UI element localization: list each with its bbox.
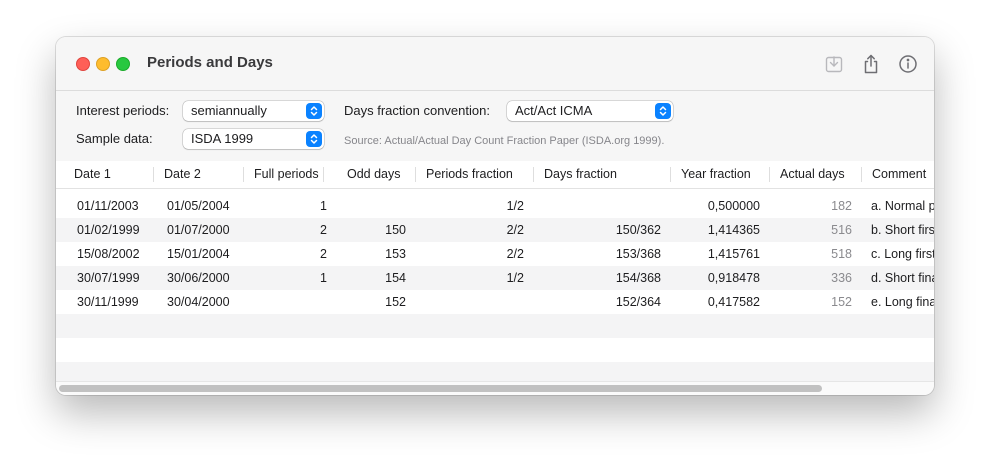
cell-days-fraction: 150/362 (615, 223, 661, 237)
column-separator[interactable] (670, 167, 671, 182)
title-bar: Periods and Days (56, 37, 934, 91)
table-row[interactable]: 01/11/2003 01/05/2004 1 1/2 0,500000 182… (56, 194, 934, 218)
sample-data-value: ISDA 1999 (191, 131, 254, 146)
sample-data-label: Sample data: (76, 131, 153, 146)
cell-actual-days: 516 (831, 223, 852, 237)
cell-comment: a. Normal p (871, 199, 934, 213)
cell-comment: c. Long first (871, 247, 934, 261)
cell-periods-fraction: 1/2 (506, 271, 524, 285)
settings-panel: Interest periods: semiannually Days frac… (56, 91, 934, 161)
interest-periods-popup[interactable]: semiannually (183, 101, 324, 121)
cell-date-1: 30/07/1999 (77, 271, 140, 285)
cell-days-fraction: 153/368 (615, 247, 661, 261)
download-icon[interactable] (823, 53, 845, 75)
column-header-odd-days[interactable]: Odd days (347, 167, 401, 181)
empty-table-row (56, 314, 934, 338)
column-separator[interactable] (415, 167, 416, 182)
table-row[interactable]: 01/02/1999 01/07/2000 2 150 2/2 150/362 … (56, 218, 934, 242)
zoom-window-button[interactable] (116, 57, 130, 71)
cell-date-2: 30/06/2000 (167, 271, 230, 285)
cell-odd-days: 154 (385, 271, 406, 285)
window-title: Periods and Days (147, 54, 273, 71)
cell-odd-days: 152 (385, 295, 406, 309)
column-header-year-fraction[interactable]: Year fraction (681, 167, 751, 181)
cell-full-periods: 2 (320, 247, 327, 261)
cell-date-2: 30/04/2000 (167, 295, 230, 309)
cell-year-fraction: 0,417582 (707, 295, 760, 309)
cell-periods-fraction: 1/2 (506, 199, 524, 213)
days-fraction-popup[interactable]: Act/Act ICMA (507, 101, 673, 121)
sample-data-popup[interactable]: ISDA 1999 (183, 129, 324, 149)
cell-odd-days: 153 (385, 247, 406, 261)
column-separator[interactable] (153, 167, 154, 182)
table-header: Date 1 Date 2 Full periods Odd days Peri… (56, 161, 934, 189)
chevron-updown-icon (306, 131, 322, 147)
empty-table-row (56, 362, 934, 381)
column-header-days-fraction[interactable]: Days fraction (544, 167, 617, 181)
cell-date-2: 01/05/2004 (167, 199, 230, 213)
share-icon[interactable] (860, 53, 882, 75)
column-separator[interactable] (769, 167, 770, 182)
cell-comment: b. Short firs (871, 223, 934, 237)
cell-full-periods: 2 (320, 223, 327, 237)
scrollbar-thumb[interactable] (59, 385, 822, 392)
column-header-full-periods[interactable]: Full periods (254, 167, 319, 181)
table-row[interactable]: 30/11/1999 30/04/2000 152 152/364 0,4175… (56, 290, 934, 314)
cell-year-fraction: 1,414365 (707, 223, 760, 237)
close-window-button[interactable] (76, 57, 90, 71)
empty-table-row (56, 338, 934, 362)
column-separator[interactable] (243, 167, 244, 182)
cell-periods-fraction: 2/2 (506, 247, 524, 261)
chevron-updown-icon (306, 103, 322, 119)
cell-actual-days: 518 (831, 247, 852, 261)
cell-comment: d. Short fina (871, 271, 934, 285)
info-icon[interactable] (897, 53, 919, 75)
cell-year-fraction: 0,918478 (707, 271, 760, 285)
periods-and-days-window: Periods and Days Interest periods: semia… (56, 37, 934, 395)
column-header-comment[interactable]: Comment (872, 167, 926, 181)
results-table: Date 1 Date 2 Full periods Odd days Peri… (56, 161, 934, 381)
chevron-updown-icon (655, 103, 671, 119)
cell-days-fraction: 154/368 (615, 271, 661, 285)
table-row[interactable]: 15/08/2002 15/01/2004 2 153 2/2 153/368 … (56, 242, 934, 266)
interest-periods-label: Interest periods: (76, 103, 170, 118)
column-separator[interactable] (861, 167, 862, 182)
column-header-date-1[interactable]: Date 1 (74, 167, 111, 181)
cell-full-periods: 1 (320, 199, 327, 213)
source-note: Source: Actual/Actual Day Count Fraction… (344, 135, 665, 147)
cell-odd-days: 150 (385, 223, 406, 237)
cell-date-1: 01/02/1999 (77, 223, 140, 237)
column-separator[interactable] (323, 167, 324, 182)
cell-year-fraction: 1,415761 (707, 247, 760, 261)
cell-date-2: 01/07/2000 (167, 223, 230, 237)
days-fraction-value: Act/Act ICMA (515, 103, 593, 118)
days-fraction-label: Days fraction convention: (344, 103, 490, 118)
column-header-date-2[interactable]: Date 2 (164, 167, 201, 181)
horizontal-scrollbar[interactable] (56, 381, 934, 395)
column-separator[interactable] (533, 167, 534, 182)
cell-date-2: 15/01/2004 (167, 247, 230, 261)
minimize-window-button[interactable] (96, 57, 110, 71)
cell-date-1: 30/11/1999 (77, 295, 139, 309)
cell-actual-days: 182 (831, 199, 852, 213)
cell-actual-days: 336 (831, 271, 852, 285)
table-row[interactable]: 30/07/1999 30/06/2000 1 154 1/2 154/368 … (56, 266, 934, 290)
cell-date-1: 01/11/2003 (77, 199, 139, 213)
interest-periods-value: semiannually (191, 103, 267, 118)
column-header-actual-days[interactable]: Actual days (780, 167, 845, 181)
cell-days-fraction: 152/364 (615, 295, 661, 309)
cell-full-periods: 1 (320, 271, 327, 285)
cell-actual-days: 152 (831, 295, 852, 309)
cell-year-fraction: 0,500000 (707, 199, 760, 213)
cell-comment: e. Long fina (871, 295, 934, 309)
cell-periods-fraction: 2/2 (506, 223, 524, 237)
cell-date-1: 15/08/2002 (77, 247, 140, 261)
column-header-periods-fraction[interactable]: Periods fraction (426, 167, 513, 181)
